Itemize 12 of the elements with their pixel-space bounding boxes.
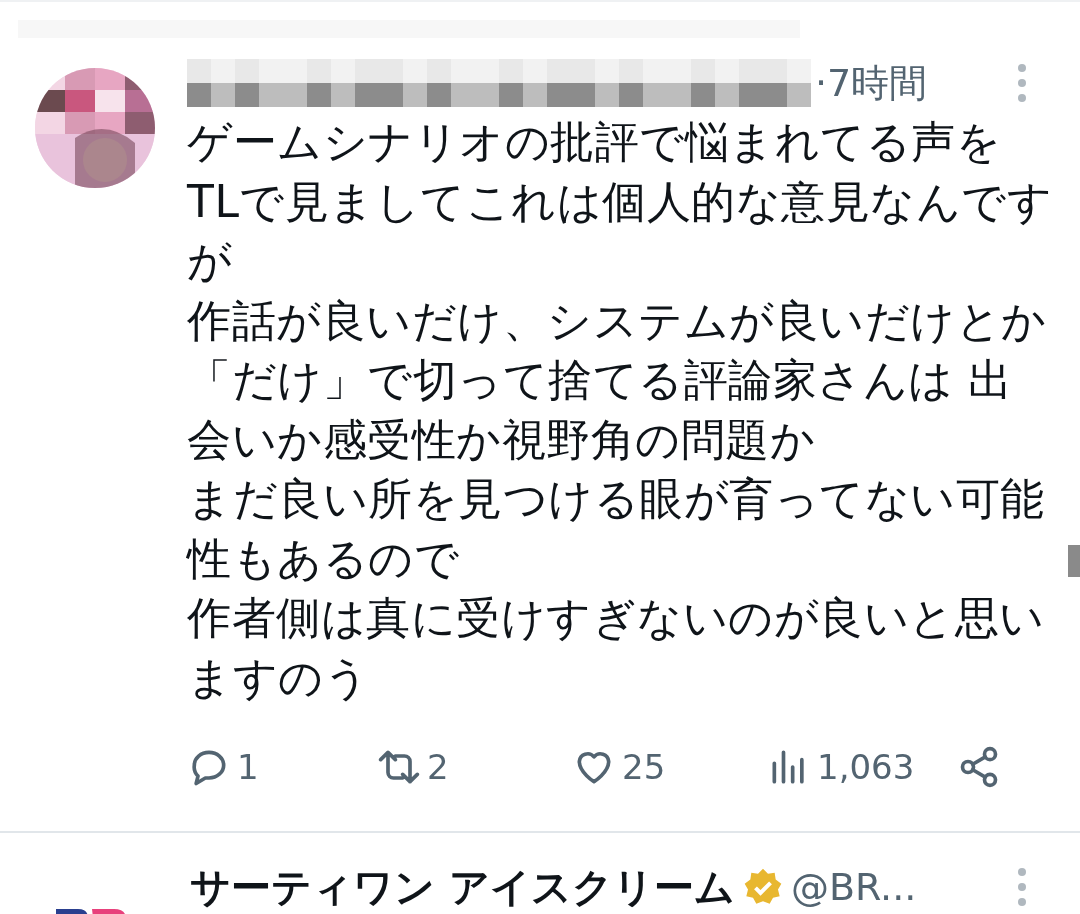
reply-count: 1: [237, 747, 259, 787]
tweet-paragraph: 作話が良いだけ、システムが良いだけとか「だけ」で切って捨てる評論家さんは 出会いか感受性か視野角の問題か: [187, 293, 1048, 467]
scrollbar[interactable]: [1068, 545, 1080, 577]
repost-count: 2: [427, 747, 449, 787]
tweet-paragraph: 作者側は真に受けすぎないのが良いと思いますのう: [187, 591, 1046, 705]
view-count: 1,063: [817, 747, 915, 787]
like-count: 25: [622, 747, 666, 787]
account-handle: @BR...: [790, 865, 917, 909]
tweet-paragraph: まだ良い所を見つける眼が育ってない可能性もあるので: [187, 472, 1046, 586]
tweet-paragraph: ゲームシナリオの批評で悩まれてる声をTLで見ましてこれは個人的な意見なんですが: [187, 115, 1053, 288]
post-time: ·7時間: [815, 59, 928, 107]
account-name: サーティワン アイスクリーム: [190, 862, 735, 912]
